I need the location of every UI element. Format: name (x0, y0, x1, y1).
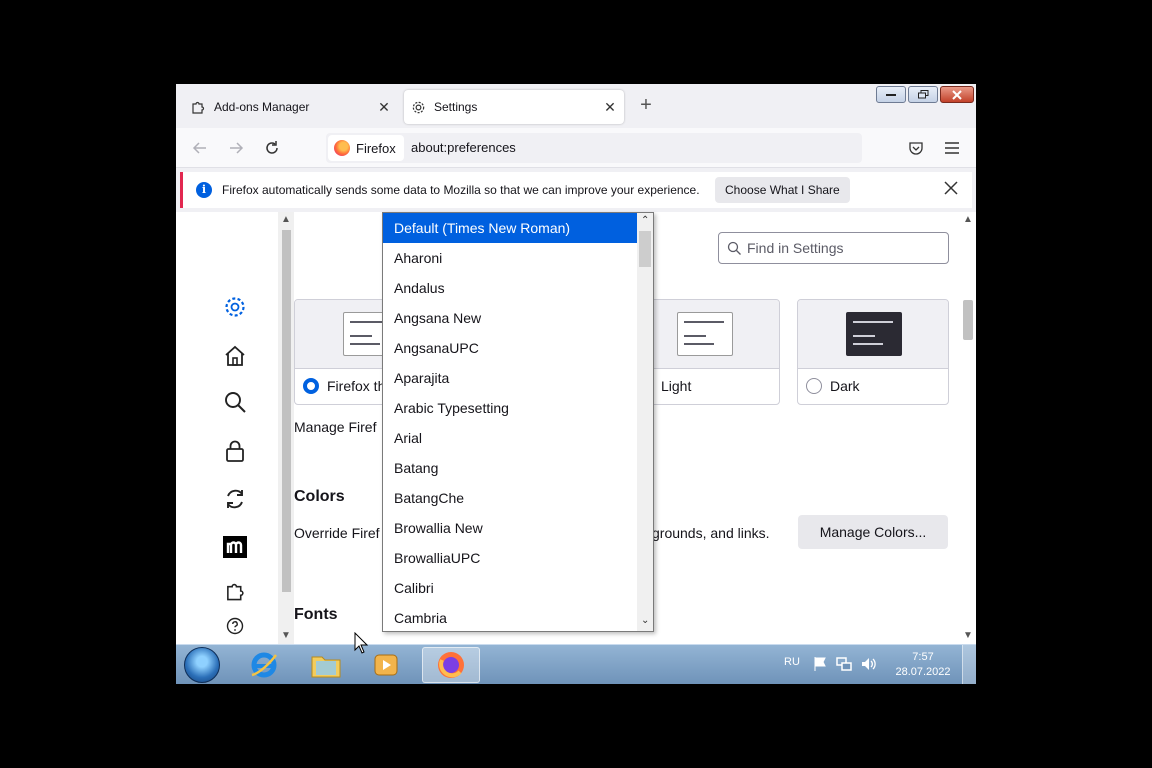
theme-label: Dark (830, 378, 860, 394)
choose-what-i-share-button[interactable]: Choose What I Share (715, 177, 850, 203)
font-option[interactable]: AngsanaUPC (383, 333, 637, 363)
find-in-settings-input[interactable]: Find in Settings (718, 232, 949, 264)
close-icon[interactable]: ✕ (600, 99, 620, 116)
tab-addons-manager[interactable]: Add-ons Manager ✕ (184, 90, 398, 124)
info-icon: i (196, 182, 212, 198)
tab-title: Add-ons Manager (214, 100, 310, 114)
new-tab-button[interactable]: + (636, 95, 656, 116)
gear-icon (410, 99, 426, 115)
scrollbar-thumb[interactable] (282, 230, 291, 592)
font-option[interactable]: BatangChe (383, 483, 637, 513)
mouse-cursor-icon (354, 632, 368, 654)
restore-button[interactable] (908, 86, 938, 103)
theme-preview (798, 300, 948, 369)
font-dropdown-list[interactable]: Default (Times New Roman) Aharoni Andalu… (382, 212, 654, 632)
scroll-down-arrow-icon[interactable]: ⌄ (641, 615, 649, 626)
search-placeholder: Find in Settings (747, 240, 844, 256)
scrollbar-thumb[interactable] (963, 300, 973, 340)
manage-themes-text: Manage Firef (294, 419, 377, 435)
notification-bar: i Firefox automatically sends some data … (180, 172, 972, 208)
identity-label: Firefox (356, 140, 396, 156)
font-option[interactable]: Aparajita (383, 363, 637, 393)
font-option[interactable]: Browallia New (383, 513, 637, 543)
back-arrow-icon[interactable] (190, 138, 210, 158)
notification-text: Firefox automatically sends some data to… (222, 183, 700, 197)
url-text[interactable]: about:preferences (411, 133, 516, 163)
gear-icon[interactable] (222, 294, 248, 320)
mozilla-m-icon[interactable] (222, 534, 248, 560)
scrollbar-thumb[interactable] (639, 231, 651, 267)
navigation-toolbar: Firefox about:preferences (176, 128, 976, 168)
clock-date: 28.07.2022 (895, 666, 951, 678)
font-option[interactable]: Arabic Typesetting (383, 393, 637, 423)
internet-explorer-icon[interactable] (238, 647, 290, 683)
show-desktop-button[interactable] (962, 645, 976, 684)
font-option[interactable]: BrowalliaUPC (383, 543, 637, 573)
puzzle-icon (190, 99, 206, 115)
start-button[interactable] (184, 647, 220, 683)
network-icon[interactable] (836, 656, 852, 672)
clock[interactable]: 7:57 28.07.2022 (888, 650, 958, 680)
file-explorer-icon[interactable] (300, 647, 352, 683)
action-center-flag-icon[interactable] (812, 656, 828, 672)
font-option[interactable]: Default (Times New Roman) (383, 213, 637, 243)
reload-icon[interactable] (262, 138, 282, 158)
colors-description-right: grounds, and links. (652, 525, 770, 541)
clock-time: 7:57 (912, 651, 934, 663)
theme-label: Light (661, 378, 692, 394)
url-bar[interactable]: Firefox about:preferences (326, 133, 862, 163)
search-icon[interactable] (222, 389, 248, 415)
scroll-down-arrow-icon[interactable]: ▼ (963, 630, 973, 641)
puzzle-icon[interactable] (222, 578, 248, 604)
window-controls (876, 86, 974, 103)
font-option[interactable]: Cambria (383, 603, 637, 631)
identity-box[interactable]: Firefox (328, 135, 404, 161)
scroll-down-arrow-icon[interactable]: ▼ (281, 630, 291, 641)
help-icon[interactable] (222, 613, 248, 639)
colors-heading: Colors (294, 488, 345, 505)
close-icon[interactable]: ✕ (374, 99, 394, 116)
volume-icon[interactable] (860, 656, 876, 672)
theme-radio[interactable] (303, 378, 319, 394)
close-window-button[interactable] (940, 86, 974, 103)
tab-strip: Add-ons Manager ✕ Settings ✕ + (176, 84, 976, 128)
font-option[interactable]: Batang (383, 453, 637, 483)
system-tray (812, 656, 876, 672)
font-option[interactable]: Arial (383, 423, 637, 453)
close-icon[interactable] (944, 181, 958, 200)
tab-title: Settings (434, 100, 478, 114)
font-option[interactable]: Angsana New (383, 303, 637, 333)
fonts-heading: Fonts (294, 606, 338, 623)
hamburger-menu-icon[interactable] (942, 138, 962, 158)
font-option[interactable]: Andalus (383, 273, 637, 303)
colors-description-left: Override Firef (294, 525, 380, 541)
language-indicator[interactable]: RU (784, 656, 800, 668)
sync-icon[interactable] (222, 486, 248, 512)
sidebar-scrollbar[interactable]: ▲ ▼ (278, 212, 294, 644)
search-icon (727, 241, 741, 255)
font-option[interactable]: Aharoni (383, 243, 637, 273)
theme-radio[interactable] (806, 378, 822, 394)
firefox-taskbar-icon[interactable] (422, 647, 480, 683)
scroll-up-arrow-icon[interactable]: ▲ (281, 214, 291, 225)
theme-label: Firefox th (327, 378, 386, 394)
font-option[interactable]: Calibri (383, 573, 637, 603)
dropdown-scrollbar[interactable]: ⌃ ⌄ (637, 213, 653, 631)
theme-card-dark[interactable]: Dark (797, 299, 949, 405)
theme-preview-window (677, 312, 733, 356)
taskbar: RU 7:57 28.07.2022 (176, 644, 976, 684)
lock-icon[interactable] (222, 438, 248, 464)
scroll-up-arrow-icon[interactable]: ▲ (963, 214, 973, 225)
pocket-icon[interactable] (906, 138, 926, 158)
minimize-button[interactable] (876, 86, 906, 103)
firefox-logo-icon (334, 140, 350, 156)
forward-arrow-icon[interactable] (226, 138, 246, 158)
scroll-up-arrow-icon[interactable]: ⌃ (641, 215, 649, 226)
manage-colors-button[interactable]: Manage Colors... (798, 515, 948, 549)
theme-preview-window (846, 312, 902, 356)
content-scrollbar[interactable]: ▲ ▼ (960, 212, 976, 644)
desktop-screen: Add-ons Manager ✕ Settings ✕ + Firefox a… (176, 84, 976, 684)
tab-settings[interactable]: Settings ✕ (404, 90, 624, 124)
home-icon[interactable] (222, 343, 248, 369)
